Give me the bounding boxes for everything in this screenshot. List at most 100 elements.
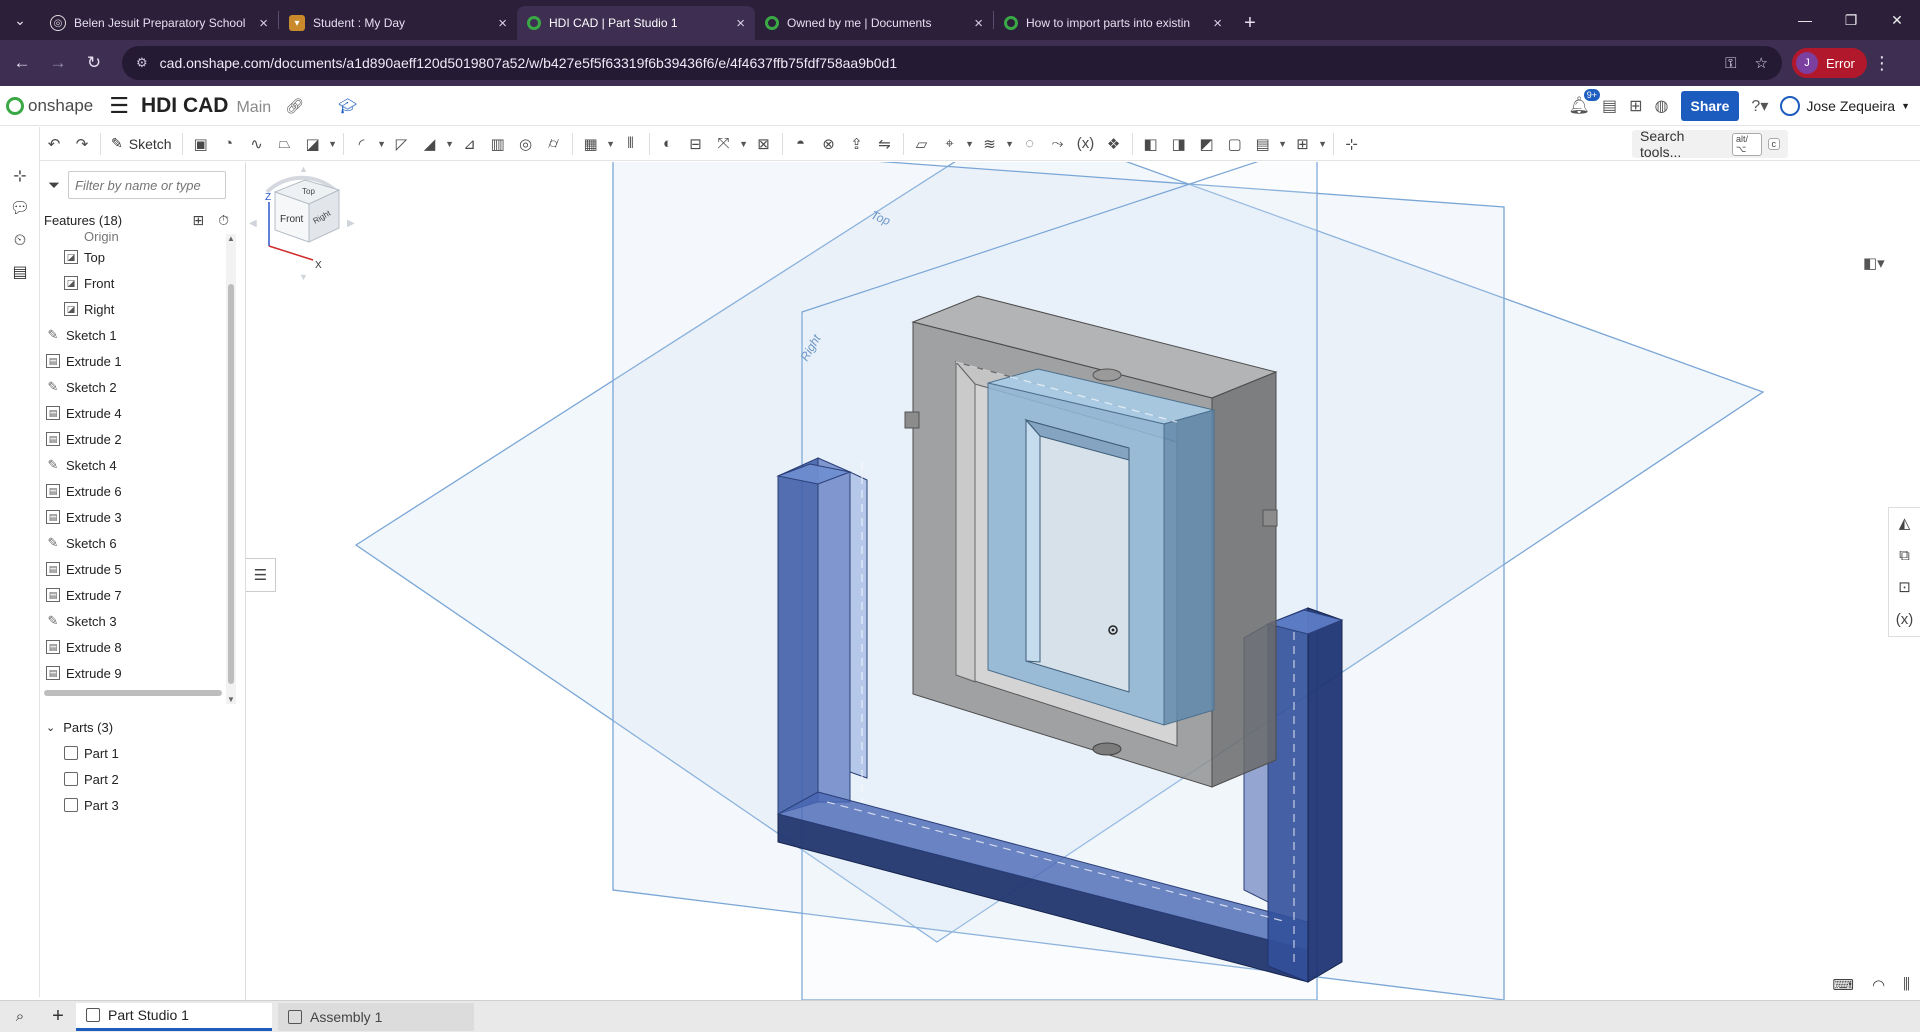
share-button[interactable]: Share bbox=[1680, 91, 1740, 121]
add-folder-icon[interactable]: ⊞ bbox=[192, 212, 204, 229]
view-mode-icon[interactable]: ◧▾ bbox=[1863, 254, 1885, 272]
transform-icon[interactable]: ⤧ bbox=[710, 130, 738, 158]
hamburger-menu-icon[interactable]: ☰ bbox=[109, 93, 129, 119]
delete-face-icon[interactable]: ⊗ bbox=[815, 130, 843, 158]
document-info-icon[interactable]: ▤ bbox=[1602, 96, 1617, 116]
form-icon[interactable]: ▤ bbox=[1249, 130, 1277, 158]
chevron-down-icon[interactable]: ▼ bbox=[444, 139, 456, 149]
feature-item-origin-partial[interactable]: Origin bbox=[40, 232, 245, 244]
rib-icon[interactable]: ⊿ bbox=[456, 130, 484, 158]
split-icon[interactable]: ⊟ bbox=[682, 130, 710, 158]
right-pin[interactable] bbox=[1262, 509, 1278, 527]
scroll-up-icon[interactable]: ▲ bbox=[227, 234, 235, 243]
chevron-down-icon[interactable]: ▼ bbox=[605, 139, 617, 149]
onshape-logo[interactable]: onshape bbox=[6, 96, 93, 116]
sweep-icon[interactable]: ∿ bbox=[243, 130, 271, 158]
feature-item-sketch-3[interactable]: ✎ Sketch 3 bbox=[40, 608, 245, 634]
section-view-icon[interactable]: ◠ bbox=[1872, 976, 1885, 994]
fit-spline-icon[interactable]: ⤳ bbox=[1044, 130, 1072, 158]
bend-icon[interactable]: ▢ bbox=[1221, 130, 1249, 158]
view-cube[interactable]: Top Front Right Z X ◀ ▶ ▲ ▼ bbox=[247, 162, 357, 282]
feature-item-extrude-8[interactable]: ▤ Extrude 8 bbox=[40, 634, 245, 660]
hole-icon[interactable]: ◎ bbox=[512, 130, 540, 158]
parts-header[interactable]: ⌄ Parts (3) bbox=[40, 714, 240, 740]
branch-name[interactable]: Main bbox=[236, 99, 271, 117]
profile-error-button[interactable]: J Error bbox=[1792, 48, 1867, 78]
feature-item-extrude-6[interactable]: ▤ Extrude 6 bbox=[40, 478, 245, 504]
feature-item-top-plane[interactable]: ◪ Top bbox=[40, 244, 245, 270]
back-icon[interactable]: ← bbox=[4, 45, 40, 81]
mate-connector-icon[interactable]: ⌖ bbox=[936, 130, 964, 158]
measure-icon[interactable]: ⌨︎ bbox=[1832, 976, 1854, 994]
rotate-right-icon[interactable]: ▶ bbox=[347, 218, 355, 229]
chevron-down-icon[interactable]: ▼ bbox=[738, 139, 750, 149]
variable-table-icon[interactable]: (x) bbox=[1889, 604, 1920, 636]
modify-fillet-icon[interactable]: ◓ bbox=[787, 130, 815, 158]
left-pin[interactable] bbox=[904, 411, 920, 429]
scrollbar-thumb[interactable] bbox=[228, 284, 234, 684]
rotate-left-icon[interactable]: ◀ bbox=[249, 218, 257, 229]
pattern-icon[interactable]: ▦ bbox=[577, 130, 605, 158]
add-tab-icon[interactable]: + bbox=[40, 1005, 76, 1028]
chevron-down-icon[interactable]: ▼ bbox=[1004, 139, 1016, 149]
chamfer-icon[interactable]: ◸ bbox=[388, 130, 416, 158]
browser-tab-documents[interactable]: Owned by me | Documents × bbox=[755, 6, 993, 40]
sheet-metal-icon[interactable]: ◧ bbox=[1137, 130, 1165, 158]
tab-icon[interactable]: ◩ bbox=[1193, 130, 1221, 158]
configuration-icon[interactable]: ⊡ bbox=[1889, 572, 1920, 604]
mirror-icon[interactable]: ⫴ bbox=[617, 130, 645, 158]
url-field[interactable]: ⚙ cad.onshape.com/documents/a1d890aeff12… bbox=[122, 46, 1782, 80]
delete-part-icon[interactable]: ⊠ bbox=[750, 130, 778, 158]
notifications-icon[interactable]: 🔔︎ 9+ bbox=[1568, 89, 1600, 116]
feature-item-extrude-7[interactable]: ▤ Extrude 7 bbox=[40, 582, 245, 608]
minimize-icon[interactable]: — bbox=[1782, 0, 1828, 40]
scroll-down-icon[interactable]: ▼ bbox=[227, 695, 235, 704]
tab-search-icon[interactable]: ⌄ bbox=[0, 0, 40, 40]
move-face-icon[interactable]: ⇪ bbox=[843, 130, 871, 158]
cylinder-icon[interactable]: ⌭ bbox=[540, 130, 568, 158]
browser-menu-icon[interactable]: ⋮ bbox=[1867, 53, 1897, 74]
rotate-down-icon[interactable]: ▼ bbox=[299, 272, 308, 282]
part-item-1[interactable]: Part 1 bbox=[40, 740, 240, 766]
variable-icon[interactable]: (x) bbox=[1072, 130, 1100, 158]
feature-item-extrude-2[interactable]: ▤ Extrude 2 bbox=[40, 426, 245, 452]
restore-icon[interactable]: ❐ bbox=[1828, 0, 1874, 40]
star-icon[interactable]: ☆ bbox=[1755, 54, 1768, 72]
document-name[interactable]: HDI CAD bbox=[141, 94, 229, 118]
draft-icon[interactable]: ◢ bbox=[416, 130, 444, 158]
help-icon[interactable]: ?▾ bbox=[1751, 96, 1768, 116]
feature-item-sketch-2[interactable]: ✎ Sketch 2 bbox=[40, 374, 245, 400]
frame-icon[interactable]: ⊞ bbox=[1289, 130, 1317, 158]
light-blue-frame-part[interactable] bbox=[987, 368, 1215, 726]
undo-icon[interactable]: ↶ bbox=[40, 130, 68, 158]
insert-icon[interactable]: ⊹ bbox=[0, 161, 40, 193]
bottom-pin[interactable] bbox=[1092, 742, 1122, 756]
parts-list-icon[interactable]: ▤ bbox=[0, 257, 40, 289]
tab-part-studio-1[interactable]: Part Studio 1 bbox=[76, 1002, 272, 1031]
appearance-icon[interactable]: ◭ bbox=[1889, 508, 1920, 540]
user-menu[interactable]: Jose Zequeira ▼ bbox=[1780, 96, 1910, 116]
feature-list-scrollbar[interactable]: ▲ ▼ bbox=[226, 234, 236, 704]
browser-tab-import-parts[interactable]: How to import parts into existin × bbox=[994, 6, 1232, 40]
thicken-icon[interactable]: ◪ bbox=[299, 130, 327, 158]
extrude-icon[interactable]: ▣ bbox=[187, 130, 215, 158]
helix-icon[interactable]: ◌ bbox=[1016, 130, 1044, 158]
filter-icon[interactable]: ⏷ bbox=[48, 177, 60, 194]
chevron-down-icon[interactable]: ▼ bbox=[1317, 139, 1329, 149]
feature-item-extrude-1[interactable]: ▤ Extrude 1 bbox=[40, 348, 245, 374]
chevron-down-icon[interactable]: ▼ bbox=[376, 139, 388, 149]
browser-tab-hdi-cad[interactable]: HDI CAD | Part Studio 1 × bbox=[517, 6, 755, 40]
browser-tab-belen[interactable]: ◎ Belen Jesuit Preparatory School × bbox=[40, 6, 278, 40]
close-tab-icon[interactable]: × bbox=[498, 15, 507, 32]
part-item-2[interactable]: Part 2 bbox=[40, 766, 240, 792]
close-window-icon[interactable]: ✕ bbox=[1874, 0, 1920, 40]
chevron-down-icon[interactable]: ▼ bbox=[1277, 139, 1289, 149]
feature-item-extrude-4[interactable]: ▤ Extrude 4 bbox=[40, 400, 245, 426]
chevron-down-icon[interactable]: ▼ bbox=[964, 139, 976, 149]
bom-icon[interactable]: ⧉ bbox=[1889, 540, 1920, 572]
redo-icon[interactable]: ↷ bbox=[68, 130, 96, 158]
render-mode-icon[interactable]: ⫼ bbox=[1903, 976, 1910, 994]
browser-tab-myday[interactable]: ▾ Student : My Day × bbox=[279, 6, 517, 40]
loft-icon[interactable]: ⏢ bbox=[271, 130, 299, 158]
flange-icon[interactable]: ◨ bbox=[1165, 130, 1193, 158]
